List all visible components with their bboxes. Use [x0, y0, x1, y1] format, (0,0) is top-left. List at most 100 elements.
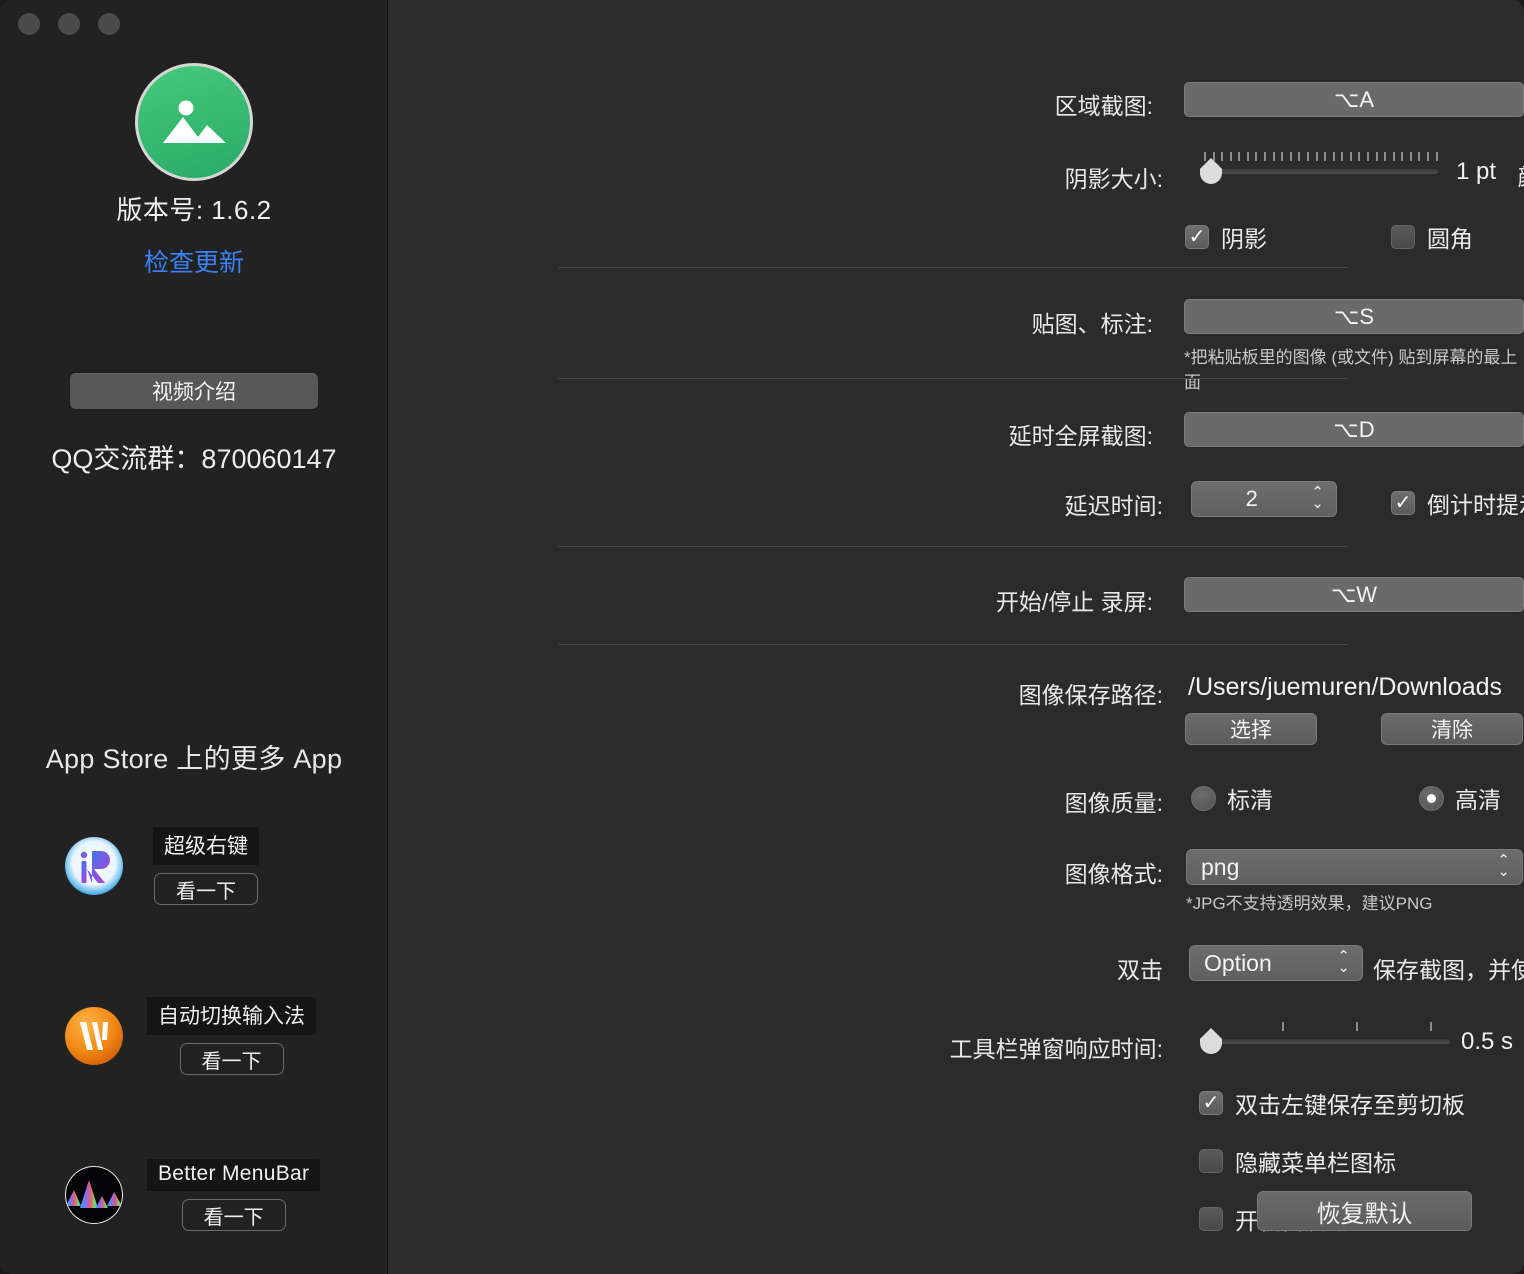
image-format-value: png	[1201, 854, 1497, 881]
shadow-size-slider[interactable]	[1200, 152, 1438, 186]
app-info: Better MenuBar 看一下	[147, 1159, 320, 1231]
image-quality-hd-radio[interactable]	[1419, 786, 1444, 811]
rounded-corner-checkbox-label: 圆角	[1427, 220, 1473, 254]
countdown-sound-checkbox[interactable]: ✓	[1391, 491, 1415, 515]
hotkey-value: ⌥W	[1331, 582, 1377, 608]
slider-ticks	[1282, 1022, 1432, 1031]
qq-group-label: QQ交流群：870060147	[0, 437, 388, 476]
rounded-corner-checkbox[interactable]: ✓	[1391, 225, 1415, 249]
chevron-updown-icon[interactable]: ⌃⌄	[1497, 856, 1522, 878]
list-item: 超级右键 看一下	[0, 818, 388, 914]
double-click-middle-text: 保存截图，并使用	[1373, 951, 1524, 985]
zoom-button[interactable]	[98, 13, 120, 35]
version-label: 版本号: 1.6.2	[0, 190, 388, 227]
hide-menubar-icon-checkbox[interactable]: ✓	[1199, 1149, 1223, 1173]
screen-record-label: 开始/停止 录屏:	[798, 583, 1153, 617]
list-item: 自动切换输入法 看一下	[0, 988, 388, 1084]
sticker-annotate-hint: *把粘贴板里的图像 (或文件) 贴到屏幕的最上面	[1184, 343, 1524, 393]
slider-thumb[interactable]	[1200, 1028, 1222, 1054]
shadow-checkbox[interactable]: ✓	[1185, 225, 1209, 249]
hotkey-value: ⌥S	[1334, 304, 1374, 330]
slider-track	[1206, 169, 1438, 174]
toolbar-popup-delay-label: 工具栏弹窗响应时间:	[658, 1030, 1163, 1064]
hide-menubar-icon-label: 隐藏菜单栏图标	[1235, 1144, 1396, 1178]
image-quality-standard-radio[interactable]	[1191, 786, 1216, 811]
toolbar-popup-delay-value: 0.5 s	[1461, 1028, 1513, 1056]
image-format-select[interactable]: png ⌃⌄	[1186, 849, 1523, 885]
image-quality-hd-label: 高清	[1455, 781, 1501, 815]
image-quality-label: 图像质量:	[798, 784, 1163, 818]
modifier-key-select[interactable]: Option ⌃⌄	[1189, 945, 1363, 981]
minimize-button[interactable]	[58, 13, 80, 35]
slider-track	[1206, 1039, 1450, 1044]
close-button[interactable]	[18, 13, 40, 35]
photo-icon	[135, 63, 253, 181]
divider	[558, 546, 1348, 547]
chevron-updown-icon[interactable]: ⌃⌄	[1337, 952, 1362, 974]
countdown-sound-label: 倒计时提示音	[1427, 486, 1524, 520]
app-name: Better MenuBar	[147, 1159, 320, 1191]
toolbar-popup-delay-slider[interactable]	[1200, 1022, 1450, 1056]
app-icon-container	[0, 63, 388, 181]
delayed-fullscreen-hotkey-field[interactable]: ⌥D	[1184, 412, 1524, 447]
hotkey-value: ⌥D	[1333, 417, 1374, 443]
more-apps-title: App Store 上的更多 App	[0, 737, 388, 776]
image-quality-standard-row[interactable]: 标清	[1191, 781, 1273, 815]
app-name: 自动切换输入法	[147, 997, 316, 1035]
color-label: 颜色:	[1488, 158, 1524, 192]
sticker-annotate-label: 贴图、标注:	[798, 305, 1153, 339]
divider	[558, 267, 1348, 268]
screen-record-hotkey-field[interactable]: ⌥W	[1184, 577, 1524, 612]
list-item: Better MenuBar 看一下	[0, 1147, 388, 1243]
choose-path-button[interactable]: 选择	[1185, 713, 1317, 745]
clear-path-button[interactable]: 清除	[1381, 713, 1523, 745]
save-path-label: 图像保存路径:	[798, 676, 1163, 710]
delay-time-stepper[interactable]: 2 ⌃⌄	[1191, 481, 1337, 517]
region-capture-label: 区域截图:	[798, 87, 1153, 121]
rounded-corner-checkbox-row[interactable]: ✓ 圆角	[1391, 220, 1473, 254]
shadow-checkbox-row[interactable]: ✓ 阴影	[1185, 220, 1267, 254]
ir-logo-icon	[63, 835, 125, 897]
app-window: 版本号: 1.6.2 检查更新 视频介绍 QQ交流群：870060147 App…	[0, 0, 1524, 1274]
divider	[558, 378, 1348, 379]
save-to-clipboard-checkbox[interactable]: ✓	[1199, 1091, 1223, 1115]
divider	[558, 644, 1348, 645]
stepper-arrows-icon[interactable]: ⌃⌄	[1311, 488, 1336, 510]
image-format-hint: *JPG不支持透明效果，建议PNG	[1186, 889, 1433, 914]
app-info: 自动切换输入法 看一下	[147, 997, 316, 1075]
region-capture-hotkey-field[interactable]: ⌥A	[1184, 82, 1524, 117]
delayed-fullscreen-label: 延时全屏截图:	[798, 417, 1153, 451]
delay-time-label: 延迟时间:	[798, 487, 1163, 521]
save-path-value: /Users/juemuren/Downloads	[1188, 673, 1502, 702]
slider-ticks	[1204, 152, 1438, 161]
check-update-link[interactable]: 检查更新	[0, 243, 388, 279]
modifier-key-value: Option	[1204, 950, 1337, 977]
countdown-sound-checkbox-row[interactable]: ✓ 倒计时提示音	[1391, 486, 1524, 520]
app-info: 超级右键 看一下	[153, 827, 259, 905]
shadow-size-label: 阴影大小:	[798, 160, 1163, 194]
settings-panel: 区域截图: ⌥A 阴影大小: 1 pt 颜色: ✓ 阴影 ✓	[388, 0, 1524, 1274]
window-controls	[18, 13, 120, 35]
save-to-clipboard-label: 双击左键保存至剪切板	[1235, 1086, 1465, 1120]
sticker-annotate-hotkey-field[interactable]: ⌥S	[1184, 299, 1524, 334]
double-click-label: 双击	[948, 951, 1163, 985]
delay-time-value: 2	[1192, 486, 1311, 512]
look-button[interactable]: 看一下	[154, 873, 258, 905]
save-to-clipboard-checkbox-row[interactable]: ✓ 双击左键保存至剪切板	[1199, 1086, 1465, 1120]
look-button[interactable]: 看一下	[182, 1199, 286, 1231]
shadow-checkbox-label: 阴影	[1221, 220, 1267, 254]
look-button[interactable]: 看一下	[180, 1043, 284, 1075]
launch-at-login-checkbox[interactable]: ✓	[1199, 1207, 1223, 1231]
video-intro-button[interactable]: 视频介绍	[70, 373, 318, 409]
hotkey-value: ⌥A	[1334, 87, 1374, 113]
waveform-logo-icon	[63, 1164, 125, 1226]
sidebar: 版本号: 1.6.2 检查更新 视频介绍 QQ交流群：870060147 App…	[0, 0, 388, 1274]
image-quality-hd-row[interactable]: 高清	[1419, 781, 1501, 815]
hide-menubar-icon-checkbox-row[interactable]: ✓ 隐藏菜单栏图标	[1199, 1144, 1396, 1178]
app-name: 超级右键	[153, 827, 259, 865]
image-quality-standard-label: 标清	[1227, 781, 1273, 815]
image-format-label: 图像格式:	[798, 855, 1163, 889]
restore-defaults-button[interactable]: 恢复默认	[1257, 1191, 1472, 1231]
slider-thumb[interactable]	[1200, 158, 1222, 184]
w-logo-icon	[63, 1005, 125, 1067]
